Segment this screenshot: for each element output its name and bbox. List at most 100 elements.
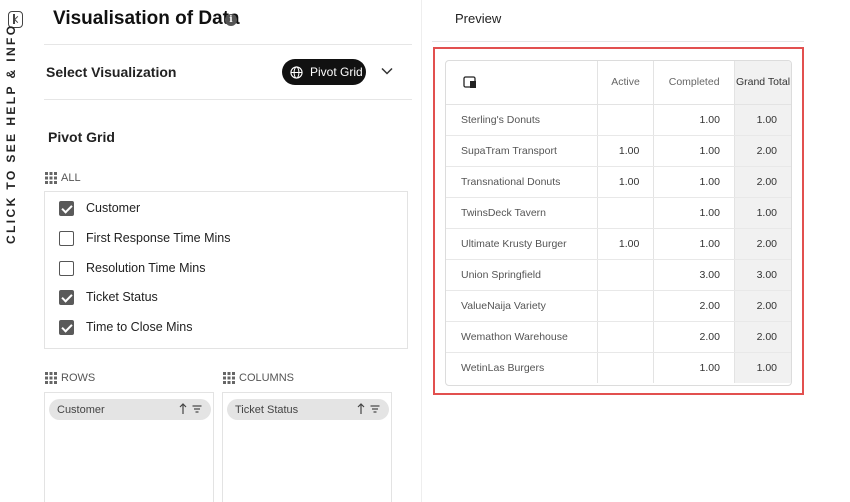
rows-label: ROWS xyxy=(45,372,95,384)
active-cell: 1.00 xyxy=(596,166,654,198)
field-label: Time to Close Mins xyxy=(86,320,193,334)
grand-total-cell: 2.00 xyxy=(733,166,791,198)
completed-cell: 2.00 xyxy=(653,321,735,353)
rows-label-text: ROWS xyxy=(61,372,96,384)
field-ticket-status[interactable]: Ticket Status xyxy=(59,288,158,306)
row-label-cell: WetinLas Burgers xyxy=(461,361,545,374)
field-checkbox[interactable] xyxy=(59,289,74,305)
chip-label: Customer xyxy=(57,403,105,416)
completed-cell: 1.00 xyxy=(653,228,735,260)
field-resolution-time[interactable]: Resolution Time Mins xyxy=(59,259,206,277)
active-cell xyxy=(596,197,654,229)
chip-label: Ticket Status xyxy=(235,403,299,416)
active-cell: 1.00 xyxy=(596,228,654,260)
field-time-to-close[interactable]: Time to Close Mins xyxy=(59,318,193,336)
row-label-cell: Transnational Donuts xyxy=(446,166,598,198)
table-row: Sterling's Donuts 1.00 1.00 xyxy=(446,104,791,136)
table-row: Ultimate Krusty Burger 1.00 1.00 2.00 xyxy=(446,228,791,260)
grand-total-cell: 2.00 xyxy=(733,290,791,322)
help-strip[interactable]: CLICK TO SEE HELP & INFO xyxy=(0,0,30,502)
completed-cell: 1.00 xyxy=(653,197,735,229)
column-field-chip[interactable]: Ticket Status xyxy=(227,399,389,420)
field-checkbox[interactable] xyxy=(59,319,74,335)
row-label-cell: Sterling's Donuts xyxy=(446,104,598,136)
column-header[interactable]: Completed xyxy=(653,61,735,105)
completed-cell: 1.00 xyxy=(653,135,735,167)
grand-total-cell: 1.00 xyxy=(733,352,791,383)
field-checkbox[interactable] xyxy=(59,200,74,216)
completed-cell: 3.00 xyxy=(653,259,735,291)
active-cell xyxy=(596,290,654,322)
completed-cell: 2.00 xyxy=(653,290,735,322)
grid-icon xyxy=(223,372,235,384)
pivot-table: Active Completed Grand Total Sterling's … xyxy=(445,60,792,386)
preview-label: Preview xyxy=(455,11,502,26)
table-row: ValueNaija Variety 2.00 2.00 xyxy=(446,290,791,322)
filter-icon[interactable] xyxy=(370,403,380,415)
row-label-cell: Ultimate Krusty Burger xyxy=(446,228,598,260)
all-label: ALL xyxy=(61,172,81,184)
pivot-grid-title: Pivot Grid xyxy=(48,129,115,145)
chevron-down-icon[interactable] xyxy=(380,64,394,78)
field-first-response-time[interactable]: First Response Time Mins xyxy=(59,229,230,247)
active-cell xyxy=(596,104,654,136)
table-header-row: Active Completed Grand Total xyxy=(446,61,791,105)
field-label: Customer xyxy=(86,201,141,215)
grid-icon xyxy=(45,172,57,184)
table-body: Sterling's Donuts 1.00 1.00 SupaTram Transp… xyxy=(446,104,791,383)
help-info-label[interactable]: CLICK TO SEE HELP & INFO xyxy=(4,23,18,244)
field-list: Customer First Response Time Mins Resolu… xyxy=(44,191,408,349)
field-customer[interactable]: Customer xyxy=(59,199,140,217)
column-header[interactable]: Active xyxy=(596,61,654,105)
sort-icon[interactable] xyxy=(178,403,188,415)
table-row: TwinsDeck Tavern 1.00 1.00 xyxy=(446,197,791,229)
select-visualization-label: Select Visualization xyxy=(46,64,177,80)
rows-dropzone[interactable]: Customer xyxy=(44,392,214,502)
row-label-cell: Union Springfield xyxy=(446,259,598,291)
grand-total-cell: 2.00 xyxy=(733,321,791,353)
active-cell xyxy=(596,259,654,291)
sort-icon[interactable] xyxy=(356,403,366,415)
row-label-cell: Wemathon Warehouse xyxy=(446,321,598,353)
all-fields-label: ALL xyxy=(45,172,81,184)
field-checkbox[interactable] xyxy=(59,260,74,276)
field-checkbox[interactable] xyxy=(59,230,74,246)
field-label: First Response Time Mins xyxy=(86,231,231,245)
field-label: Ticket Status xyxy=(86,290,158,304)
row-field-chip[interactable]: Customer xyxy=(49,399,211,420)
row-label-cell: ValueNaija Variety xyxy=(446,290,598,322)
table-row: WetinLas Burgers 1.00 1.00 xyxy=(446,352,791,383)
filter-icon[interactable] xyxy=(192,403,202,415)
completed-cell: 1.00 xyxy=(653,104,735,136)
active-cell: 1.00 xyxy=(596,135,654,167)
globe-icon xyxy=(290,65,303,79)
columns-dropzone[interactable]: Ticket Status xyxy=(222,392,392,502)
table-row: Transnational Donuts 1.00 1.00 2.00 xyxy=(446,166,791,198)
divider xyxy=(44,44,412,45)
columns-label: COLUMNS xyxy=(223,372,294,384)
page-title: Visualisation of Data xyxy=(53,8,240,29)
table-corner-cell[interactable] xyxy=(446,61,598,105)
column-header-grand-total[interactable]: Grand Total xyxy=(733,61,791,105)
grand-total-cell: 1.00 xyxy=(733,197,791,229)
visualization-select-button[interactable]: Pivot Grid xyxy=(282,59,366,85)
grand-total-cell: 3.00 xyxy=(733,259,791,291)
row-label-cell: TwinsDeck Tavern xyxy=(446,197,598,229)
grand-total-cell: 2.00 xyxy=(733,135,791,167)
active-cell xyxy=(596,352,654,383)
columns-label-text: COLUMNS xyxy=(239,372,295,384)
table-settings-icon[interactable] xyxy=(463,75,477,89)
divider xyxy=(432,41,804,42)
grand-total-cell: 1.00 xyxy=(733,104,791,136)
info-icon[interactable]: i xyxy=(225,14,237,26)
configuration-panel: Visualisation of Data i Select Visualiza… xyxy=(30,0,422,502)
table-row: Union Springfield 3.00 3.00 xyxy=(446,259,791,291)
table-row: SupaTram Transport 1.00 1.00 2.00 xyxy=(446,135,791,167)
completed-cell: 1.00 xyxy=(653,352,735,383)
divider xyxy=(44,99,412,100)
visualization-selected-label: Pivot Grid xyxy=(310,65,363,79)
active-cell xyxy=(596,321,654,353)
row-label-cell: SupaTram Transport xyxy=(446,135,598,167)
table-row: Wemathon Warehouse 2.00 2.00 xyxy=(446,321,791,353)
grand-total-cell: 2.00 xyxy=(733,228,791,260)
